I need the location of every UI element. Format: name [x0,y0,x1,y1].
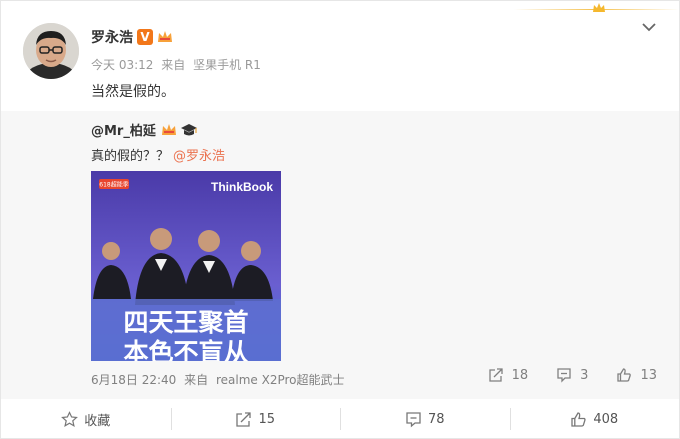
comment-icon [557,368,571,383]
crown-icon [593,3,605,12]
repost-source-device[interactable]: realme X2Pro超能武士 [216,373,345,387]
author-name[interactable]: 罗永浩 [91,27,133,47]
source-prefix: 来自 [161,58,186,72]
comment-count: 78 [427,411,445,427]
repost-user-line: @Mr_柏延 [91,120,198,139]
verified-badge-icon: V [137,29,153,45]
thumbs-up-icon [617,368,632,382]
weibo-card: 罗永浩 V 今天 03:12 来自 坚果手机 R1 当然是假的。 @Mr_柏延 [0,0,680,439]
favorite-button[interactable]: 收藏 [1,408,171,430]
repost-like-button[interactable]: 13 [616,367,657,383]
forward-count: 15 [258,411,276,427]
image-headline-1: 四天王聚首 [123,308,248,337]
repost-image[interactable]: 618超能季 ThinkBook 四天王聚首 本色不盲从 [91,171,281,361]
like-button[interactable]: 408 [509,408,680,430]
post-text: 当然是假的。 [91,84,175,100]
repost-user-name[interactable]: @Mr_柏延 [91,120,156,139]
repost-text-line: 真的假的？？ @罗永浩 [91,145,225,164]
chevron-down-icon[interactable] [641,21,657,33]
author-avatar[interactable] [23,23,79,79]
member-crown-icon [161,123,176,135]
repost-meta: 6月18日 22:40 来自 realme X2Pro超能武士 [91,371,345,388]
comment-icon [406,411,421,427]
repost-actions: 18 3 13 [460,367,657,383]
image-brand: ThinkBook [211,180,273,194]
image-headline-2: 本色不盲从 [123,338,248,361]
repost-date[interactable]: 6月18日 22:40 [91,373,176,387]
repost-forward-count: 18 [511,367,529,383]
author-line: 罗永浩 V [91,27,174,47]
member-crown-icon [158,31,172,42]
image-tag: 618超能季 [99,181,128,189]
repost-forward-button[interactable]: 18 [488,367,529,383]
repost-block: @Mr_柏延 真的假的？？ @罗永浩 618超能季 ThinkBook 四天王聚… [1,111,679,399]
repost-text: 真的假的？？ [91,149,170,164]
forward-icon [488,368,503,382]
repost-comment-button[interactable]: 3 [556,367,588,383]
header-decoration [504,1,679,17]
repost-like-count: 13 [640,367,657,383]
star-icon [61,410,79,427]
bottom-action-bar: 收藏 15 78 408 [1,399,679,439]
forward-button[interactable]: 15 [170,408,341,430]
favorite-label: 收藏 [84,413,111,429]
post-time[interactable]: 今天 03:12 [91,58,153,72]
post-meta: 今天 03:12 来自 坚果手机 R1 [91,56,261,73]
source-device[interactable]: 坚果手机 R1 [193,58,261,72]
thumbs-up-icon [571,411,586,427]
forward-icon [236,411,252,427]
repost-source-prefix: 来自 [184,373,209,387]
mention-link[interactable]: @罗永浩 [173,149,225,164]
like-count: 408 [593,411,619,427]
graduation-cap-icon [180,123,197,135]
comment-button[interactable]: 78 [340,408,510,430]
repost-comment-count: 3 [580,367,589,383]
